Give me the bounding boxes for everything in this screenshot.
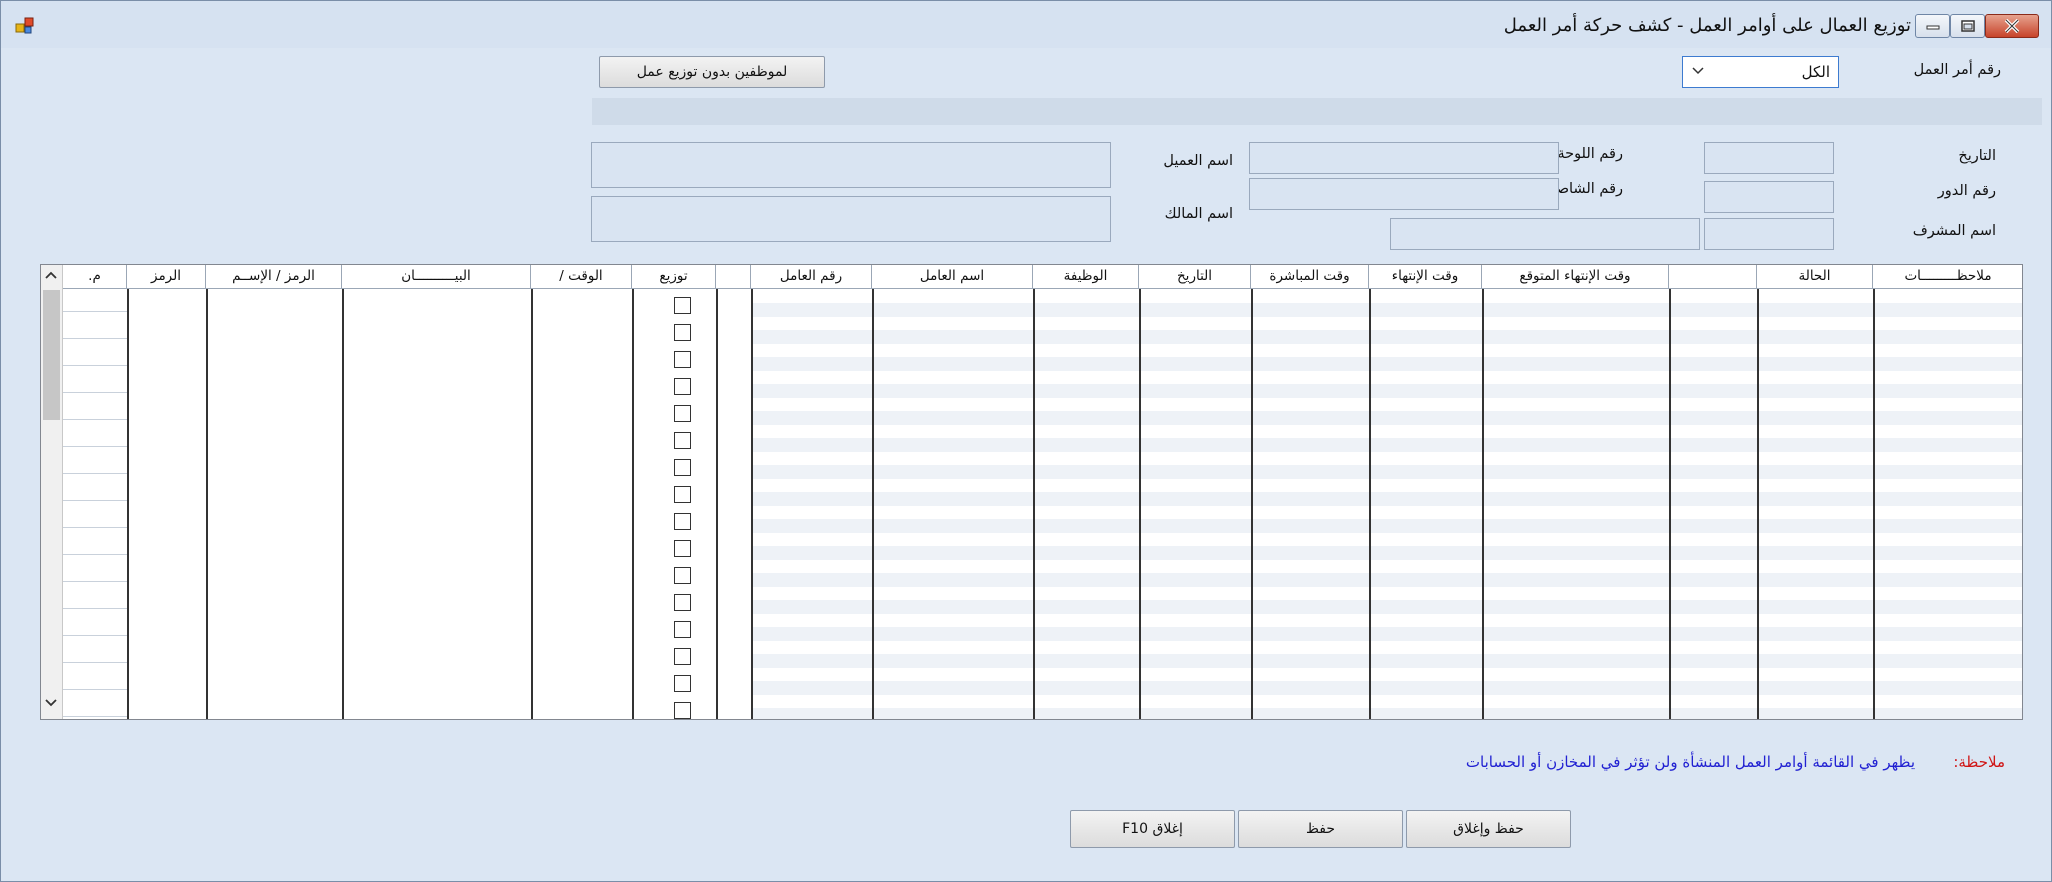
distribute-checkbox[interactable] [674,405,691,422]
work-order-label: رقم أمر العمل [1913,62,2001,78]
header-time[interactable]: الوقت / [531,265,632,289]
work-order-dropdown[interactable]: الكل [1682,56,1839,88]
header-status[interactable]: الحالة [1757,265,1873,289]
distribute-checkbox[interactable] [674,459,691,476]
scroll-up-icon[interactable] [44,269,58,281]
title-bar: توزيع العمال على أوامر العمل - كشف حركة … [1,1,2051,48]
header-row-number[interactable]: م. [63,265,127,289]
distribute-checkbox[interactable] [674,621,691,638]
plate-field[interactable] [1249,142,1559,174]
customer-field[interactable] [591,142,1111,188]
header-code[interactable]: الرمز [127,265,206,289]
distribute-checkbox[interactable] [674,378,691,395]
scroll-thumb[interactable] [43,290,60,420]
note-label: ملاحظة: [1953,753,2005,771]
date-field[interactable] [1704,142,1834,174]
chassis-field[interactable] [1249,178,1559,210]
distribute-checkbox[interactable] [674,513,691,530]
distribute-checkbox[interactable] [674,432,691,449]
grid-vertical-scrollbar[interactable] [41,265,63,719]
save-and-close-button[interactable]: حفظ وإغلاق [1406,810,1571,848]
maximize-icon [1960,20,1975,32]
minimize-button[interactable] [1915,14,1950,38]
chevron-down-icon [1692,67,1704,75]
work-order-value: الكل [1801,63,1830,81]
header-worker-name[interactable]: اسم العامل [872,265,1033,289]
header-blank-1[interactable] [1669,265,1757,289]
main-window: توزيع العمال على أوامر العمل - كشف حركة … [0,0,2052,882]
employees-without-distribution-button[interactable]: لموظفين بدون توزيع عمل [599,56,825,88]
header-blank-2[interactable] [716,265,751,289]
header-statement[interactable]: البيــــــــــان [342,265,531,289]
minimize-icon [1926,25,1939,30]
distribute-checkbox[interactable] [674,702,691,719]
supervisor-name-field[interactable] [1390,218,1700,250]
distribute-checkbox[interactable] [674,675,691,692]
distribute-checkbox[interactable] [674,324,691,341]
plate-label: رقم اللوحة [1557,146,1623,162]
header-job[interactable]: الوظيفة [1033,265,1139,289]
owner-label: اسم المالك [1164,206,1233,222]
turn-label: رقم الدور [1937,183,1996,199]
maximize-button[interactable] [1950,14,1985,38]
distribute-checkbox[interactable] [674,540,691,557]
supervisor-label: اسم المشرف [1912,223,1996,239]
grid-striped-rows [751,289,2022,719]
turn-field[interactable] [1704,181,1834,213]
window-title: توزيع العمال على أوامر العمل - كشف حركة … [1503,15,1911,36]
header-code-name[interactable]: الرمز / الإســم [206,265,342,289]
header-start-time[interactable]: وقت المباشرة [1251,265,1369,289]
distribute-checkbox[interactable] [674,567,691,584]
form-client-area: رقم أمر العمل الكل لموظفين بدون توزيع عم… [9,48,2043,874]
distribute-checkbox[interactable] [674,594,691,611]
distribute-checkbox[interactable] [674,297,691,314]
info-strip [592,98,2042,125]
header-expected-end[interactable]: وقت الإنتهاء المتوقع [1482,265,1669,289]
distribute-checkbox[interactable] [674,648,691,665]
scroll-down-icon[interactable] [44,697,58,709]
header-distribute[interactable]: توزيع [632,265,716,289]
distribute-checkbox[interactable] [674,486,691,503]
app-icon [15,17,34,34]
header-end-time[interactable]: وقت الإنتهاء [1369,265,1482,289]
work-distribution-grid[interactable]: ملاحظـــــــــات الحالة وقت الإنتهاء الم… [40,264,2023,720]
date-label: التاريخ [1958,148,1996,164]
close-icon [2004,19,2020,33]
save-button[interactable]: حفظ [1238,810,1403,848]
close-f10-button[interactable]: إغلاق F10 [1070,810,1235,848]
owner-field[interactable] [591,196,1111,242]
header-worker-number[interactable]: رقم العامل [751,265,872,289]
distribute-checkbox[interactable] [674,351,691,368]
header-notes[interactable]: ملاحظـــــــــات [1873,265,2022,289]
header-date[interactable]: التاريخ [1139,265,1251,289]
supervisor-id-field[interactable] [1704,218,1834,250]
note-text: يظهر في القائمة أوامر العمل المنشأة ولن … [1465,753,1915,771]
row-number-column [63,289,127,719]
customer-label: اسم العميل [1163,153,1233,169]
close-window-button[interactable] [1985,14,2039,38]
